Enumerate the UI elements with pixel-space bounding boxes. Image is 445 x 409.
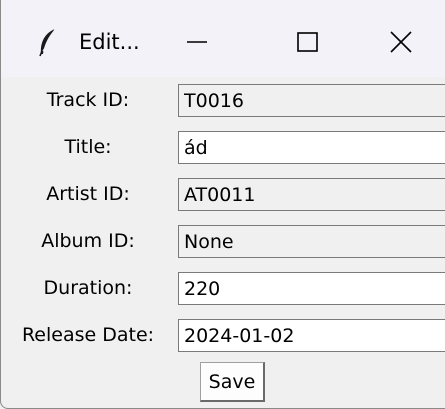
release-date-label: Release Date: [21,324,155,346]
album-id-field[interactable] [178,225,445,258]
title-label: Title: [64,136,112,158]
title-field[interactable] [178,131,445,164]
minimize-button[interactable] [169,17,225,67]
artist-id-field[interactable] [178,178,445,211]
track-id-label: Track ID: [46,89,130,111]
window-title: Edit... [79,30,140,54]
track-id-field[interactable] [178,84,445,117]
maximize-button[interactable] [280,17,336,67]
title-bar[interactable]: Edit... [1,0,445,77]
duration-label: Duration: [43,277,133,299]
duration-field[interactable] [178,272,445,305]
close-button[interactable] [373,17,429,67]
release-date-field[interactable] [178,319,445,352]
edit-dialog: Edit... Track ID: T0016 Title: ád Artist… [0,0,445,409]
feather-icon [37,27,59,57]
save-button[interactable]: Save [200,362,265,402]
album-id-label: Album ID: [41,230,135,252]
artist-id-label: Artist ID: [46,183,130,205]
